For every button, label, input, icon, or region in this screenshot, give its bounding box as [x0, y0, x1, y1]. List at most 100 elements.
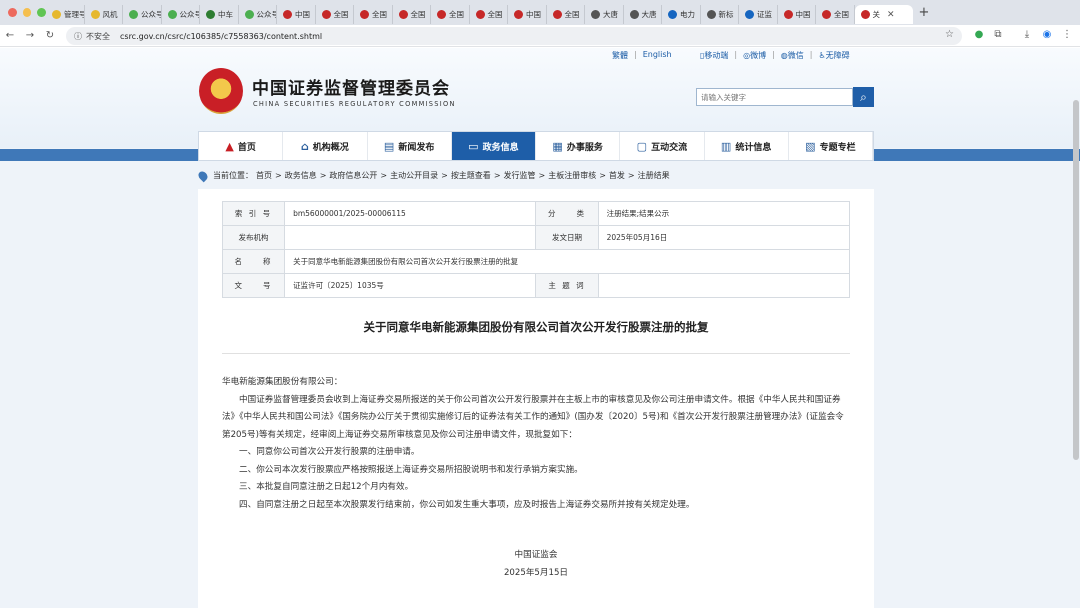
subject-words-label: 主 题 词 — [535, 273, 599, 298]
breadcrumb-link[interactable]: 注册结果 — [638, 170, 670, 181]
chart-icon: ▥ — [720, 139, 732, 153]
browser-tab-label: 全国 — [834, 10, 849, 19]
tab-favicon-icon — [437, 10, 446, 19]
breadcrumb-link[interactable]: 政务信息 — [285, 170, 317, 181]
nav-item[interactable]: ▤ 新闻发布 — [368, 132, 452, 160]
search-button[interactable]: ⌕ — [853, 87, 874, 107]
tab-favicon-icon — [783, 10, 793, 19]
tab-favicon-icon — [129, 10, 138, 19]
browser-tab-label: 中车 — [218, 10, 233, 19]
browser-tab[interactable]: 大唐 — [585, 5, 624, 24]
new-tab-button[interactable]: + — [919, 5, 930, 20]
profile-avatar-icon[interactable]: ◉ — [1040, 29, 1054, 43]
browser-tab[interactable]: 中国 — [277, 5, 316, 24]
browser-tab[interactable]: 中国 — [778, 5, 816, 24]
tab-favicon-icon — [283, 10, 292, 19]
browser-tab[interactable]: 公众号 — [123, 5, 162, 24]
nav-item[interactable]: ▦ 办事服务 — [536, 132, 621, 160]
page-scrollbar[interactable] — [1073, 100, 1079, 460]
breadcrumb-link[interactable]: 首页 — [256, 170, 272, 181]
nav-item-label: 机构概况 — [312, 142, 349, 153]
nav-item[interactable]: ⌂ 机构概况 — [283, 132, 368, 160]
browser-tab[interactable]: 管理号 — [46, 5, 85, 24]
english-link[interactable]: English — [643, 50, 672, 61]
bookmark-star-icon[interactable]: ☆ — [945, 29, 954, 40]
browser-tab[interactable]: 新标 — [701, 5, 739, 24]
nav-item[interactable]: ▥ 统计信息 — [705, 132, 789, 160]
browser-tab[interactable]: 全国 — [316, 5, 354, 24]
nav-item[interactable]: ▢ 互动交流 — [620, 132, 705, 160]
browser-tab-label: 管理号 — [64, 10, 85, 19]
utility-links: ▯移动端 | ◎微博 | ◍微信 | ♿无障碍 — [700, 50, 850, 61]
chat-icon: ▢ — [636, 139, 648, 153]
breadcrumb-separator: > — [493, 171, 501, 180]
browser-tab[interactable]: 中车 — [200, 5, 239, 24]
tab-favicon-icon — [360, 10, 369, 19]
insecure-label[interactable]: 不安全 — [86, 31, 110, 42]
nav-item[interactable]: ▲ 首页 — [199, 132, 284, 160]
browser-tab[interactable]: 中国 — [508, 5, 547, 24]
browser-tab[interactable]: 电力 — [662, 5, 701, 24]
back-arrow-icon[interactable]: ← — [0, 30, 20, 41]
breadcrumb-link[interactable]: 按主题查看 — [451, 170, 491, 181]
document-title: 关于同意华电新能源集团股份有限公司首次公开发行股票注册的批复 — [363, 320, 709, 334]
weibo-link[interactable]: ◎微博 — [743, 50, 766, 61]
browser-tab[interactable]: 大唐 — [624, 5, 662, 24]
nav-item[interactable]: ▭ 政务信息 — [451, 132, 536, 160]
browser-tab[interactable]: 全国 — [547, 5, 585, 24]
national-emblem-logo[interactable] — [199, 68, 243, 114]
home-icon: ▲ — [225, 139, 234, 153]
info-icon[interactable]: ⓘ — [74, 31, 82, 42]
breadcrumb-link[interactable]: 政府信息公开 — [329, 170, 377, 181]
body-paragraph: 一、同意你公司首次公开发行股票的注册申请。 — [239, 447, 420, 457]
web-page: 繁體 | English ▯移动端 | ◎微博 | ◍微信 | ♿无障碍 中国证… — [0, 48, 1080, 608]
search-input[interactable] — [696, 88, 853, 106]
category-label: 分 类 — [535, 201, 599, 226]
breadcrumb-separator: > — [627, 171, 635, 180]
body-paragraph: 中国证券监督管理委员会收到上海证券交易所报送的关于你公司首次公开发行股票并在主板… — [222, 394, 844, 440]
browser-tab[interactable]: 全国 — [470, 5, 508, 24]
index-number-value: bm56000001/2025-00006115 — [284, 201, 537, 226]
close-tab-icon[interactable]: ✕ — [887, 10, 895, 20]
download-icon[interactable]: ⤓ — [1020, 29, 1034, 43]
nav-item-label: 新闻发布 — [398, 142, 435, 153]
browser-tab[interactable]: 全国 — [816, 5, 855, 24]
menu-kebab-icon[interactable]: ⋮ — [1060, 29, 1074, 43]
breadcrumb-link[interactable]: 主动公开目录 — [390, 170, 438, 181]
browser-tab[interactable]: 证监 — [739, 5, 778, 24]
traditional-chinese-link[interactable]: 繁體 — [612, 50, 628, 61]
browser-tab-label: 中国 — [795, 10, 811, 19]
nav-item-label: 办事服务 — [566, 142, 603, 153]
maximize-window-button[interactable] — [37, 8, 47, 17]
breadcrumb-link[interactable]: 主板注册审核 — [548, 170, 596, 181]
browser-tab-label: 全国 — [449, 10, 464, 19]
browser-tab[interactable]: 公众号 — [239, 5, 277, 24]
folder-icon: ▧ — [805, 139, 816, 153]
breadcrumb-separator: > — [319, 171, 327, 180]
breadcrumb-link[interactable]: 发行监管 — [504, 170, 536, 181]
browser-tab-active[interactable]: 关 ✕ — [854, 5, 913, 24]
reload-icon[interactable]: ↻ — [40, 30, 60, 41]
browser-tab[interactable]: 全国 — [354, 5, 393, 24]
extension-icon[interactable]: ● — [972, 29, 986, 43]
accessibility-link[interactable]: ♿无障碍 — [818, 50, 849, 61]
site-name[interactable]: 中国证券监督管理委员会 — [252, 74, 450, 99]
nav-item[interactable]: ▧ 专题专栏 — [789, 132, 873, 160]
issuer-label: 发布机构 — [221, 225, 286, 250]
close-window-button[interactable] — [8, 8, 17, 17]
browser-tab[interactable]: 风机 — [85, 5, 123, 24]
minimize-window-button[interactable] — [22, 8, 32, 17]
breadcrumb-separator: > — [275, 171, 282, 180]
url-text[interactable]: csrc.gov.cn/csrc/c106385/c7558363/conten… — [120, 32, 322, 41]
mobile-link[interactable]: ▯移动端 — [700, 50, 728, 61]
browser-tab[interactable]: 公众号 — [162, 5, 200, 24]
wechat-link[interactable]: ◍微信 — [781, 50, 804, 61]
puzzle-icon[interactable]: ⧉ — [991, 29, 1005, 43]
location-pin-icon — [196, 169, 210, 182]
forward-arrow-icon[interactable]: → — [20, 30, 40, 41]
breadcrumb-link[interactable]: 首发 — [609, 170, 625, 181]
browser-tab[interactable]: 全国 — [431, 5, 470, 24]
browser-tab-label: 全国 — [372, 10, 387, 19]
browser-tab[interactable]: 全国 — [393, 5, 431, 24]
url-input[interactable]: ⓘ 不安全 csrc.gov.cn/csrc/c106385/c7558363/… — [66, 27, 962, 45]
